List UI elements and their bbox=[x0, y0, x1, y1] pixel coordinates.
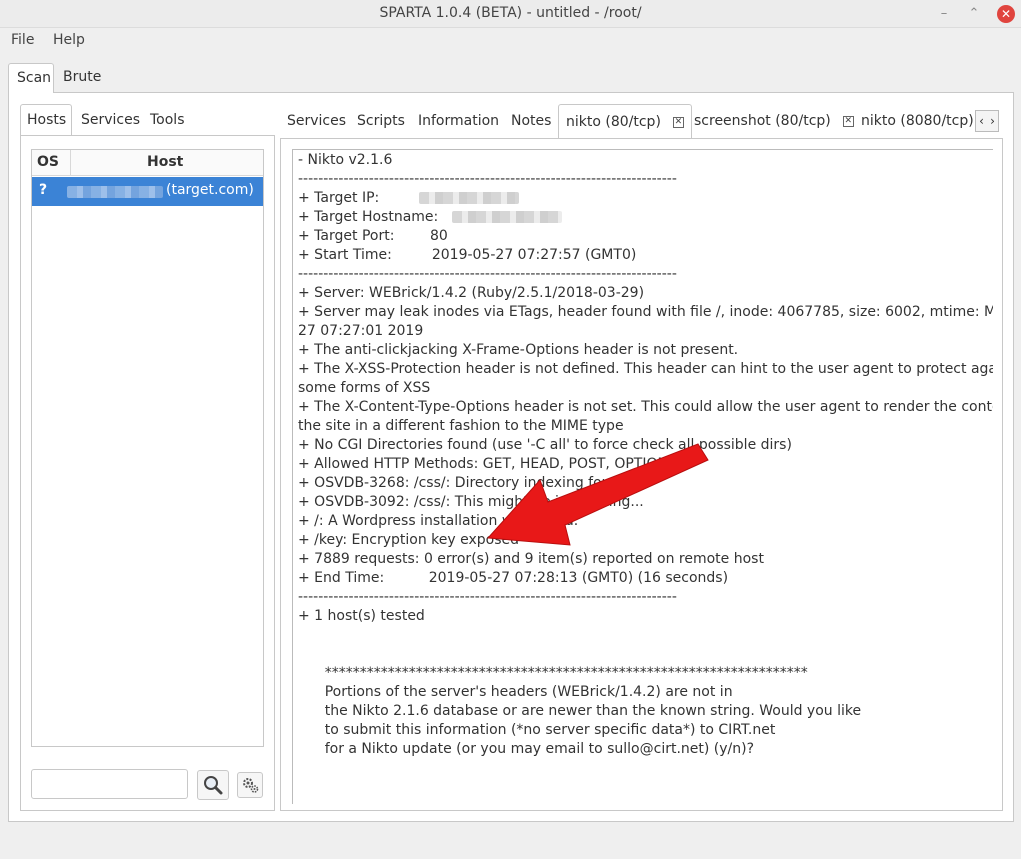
output-line: + The X-Content-Type-Options header is n… bbox=[298, 399, 993, 415]
settings-button[interactable] bbox=[237, 772, 263, 798]
host-name: (target.com) bbox=[166, 182, 254, 198]
tab-tools[interactable]: Tools bbox=[144, 105, 191, 136]
output-line: 27 07:27:01 2019 bbox=[298, 323, 424, 339]
close-icon[interactable]: ✕ bbox=[842, 115, 854, 127]
output-line: + Start Time: 2019-05-27 07:27:57 (GMT0) bbox=[298, 247, 637, 263]
tab-scripts[interactable]: Scripts bbox=[350, 104, 412, 138]
output-line: ----------------------------------------… bbox=[298, 589, 677, 605]
gear-icon bbox=[243, 778, 259, 793]
output-line: + 7889 requests: 0 error(s) and 9 item(s… bbox=[298, 551, 764, 567]
search-icon bbox=[204, 776, 223, 795]
output-line: + Allowed HTTP Methods: GET, HEAD, POST,… bbox=[298, 456, 677, 472]
maximize-icon[interactable]: ⌃ bbox=[964, 4, 984, 24]
tab-nikto-8080[interactable]: nikto (8080/tcp) bbox=[854, 104, 981, 138]
output-line: + Target Port: 80 bbox=[298, 228, 448, 244]
redacted-ip bbox=[419, 192, 520, 204]
menu-bar: File Help bbox=[0, 29, 1021, 53]
output-line: the Nikto 2.1.6 database or are newer th… bbox=[298, 703, 862, 719]
tab-scan[interactable]: Scan bbox=[8, 63, 54, 93]
column-divider bbox=[70, 150, 71, 176]
menu-file[interactable]: File bbox=[11, 32, 34, 48]
output-line: to submit this information (*no server s… bbox=[298, 722, 776, 738]
output-line: + No CGI Directories found (use '-C all'… bbox=[298, 437, 792, 453]
hosts-table: OS Host ? (target.com) bbox=[31, 149, 264, 747]
table-row[interactable]: ? (target.com) bbox=[32, 177, 263, 206]
tab-information[interactable]: Information bbox=[411, 104, 506, 138]
tab-nikto-80[interactable]: nikto (80/tcp) ✕ bbox=[558, 104, 692, 138]
tab-hosts[interactable]: Hosts bbox=[20, 104, 72, 135]
output-line: + 1 host(s) tested bbox=[298, 608, 425, 624]
minimize-icon[interactable]: – bbox=[934, 4, 954, 24]
close-icon[interactable]: ✕ bbox=[997, 5, 1015, 23]
redacted-hostname bbox=[451, 211, 562, 223]
left-panel: OS Host ? (target.com) Hosts Services To… bbox=[20, 104, 275, 811]
output-line: + OSVDB-3268: /css/: Directory indexing … bbox=[298, 475, 633, 491]
output-line: ----------------------------------------… bbox=[298, 266, 677, 282]
output-line: Portions of the server's headers (WEBric… bbox=[298, 684, 733, 700]
output-line: ****************************************… bbox=[298, 665, 808, 681]
right-panel: - Nikto v2.1.6 -------------------------… bbox=[280, 104, 1003, 811]
nikto-output[interactable]: - Nikto v2.1.6 -------------------------… bbox=[292, 149, 993, 804]
tab-scroller[interactable]: ‹ › bbox=[975, 110, 999, 132]
tab-label: nikto (80/tcp) bbox=[566, 114, 661, 130]
output-line: + /key: Encryption key exposed bbox=[298, 532, 520, 548]
output-line: + OSVDB-3092: /css/: This might be inter… bbox=[298, 494, 644, 510]
output-line: - Nikto v2.1.6 bbox=[298, 152, 393, 168]
tool-output-pane: - Nikto v2.1.6 -------------------------… bbox=[280, 138, 1003, 811]
output-text: + Target Hostname: bbox=[298, 209, 439, 225]
tab-services[interactable]: Services bbox=[280, 104, 353, 138]
column-host[interactable]: Host bbox=[147, 154, 183, 170]
os-unknown-icon: ? bbox=[39, 182, 48, 198]
tab-brute[interactable]: Brute bbox=[55, 63, 109, 93]
output-line: + The X-XSS-Protection header is not def… bbox=[298, 361, 993, 377]
output-line: + Target Hostname: bbox=[298, 209, 562, 225]
title-bar: SPARTA 1.0.4 (BETA) - untitled - /root/ … bbox=[0, 0, 1021, 28]
window-title: SPARTA 1.0.4 (BETA) - untitled - /root/ bbox=[379, 5, 642, 21]
hosts-pane: OS Host ? (target.com) bbox=[20, 135, 275, 811]
output-line: + Target IP: bbox=[298, 190, 520, 206]
search-button[interactable] bbox=[197, 770, 229, 800]
tab-label: screenshot (80/tcp) bbox=[694, 113, 831, 129]
tab-screenshot-80[interactable]: screenshot (80/tcp) ✕ bbox=[687, 104, 861, 138]
tab-notes[interactable]: Notes bbox=[504, 104, 558, 138]
output-line: + /: A Wordpress installation was found. bbox=[298, 513, 579, 529]
redacted-ip bbox=[67, 186, 163, 198]
left-tabs: Hosts Services Tools bbox=[20, 104, 275, 136]
column-os[interactable]: OS bbox=[37, 154, 59, 170]
chevron-right-icon[interactable]: › bbox=[987, 111, 998, 131]
output-line: for a Nikto update (or you may email to … bbox=[298, 741, 755, 757]
output-line: the site in a different fashion to the M… bbox=[298, 418, 624, 434]
menu-help[interactable]: Help bbox=[53, 32, 85, 48]
output-line: some forms of XSS bbox=[298, 380, 431, 396]
tab-services[interactable]: Services bbox=[75, 105, 146, 136]
hosts-table-header: OS Host bbox=[32, 150, 263, 176]
output-line: + Server may leak inodes via ETags, head… bbox=[298, 304, 993, 320]
output-line: + The anti-clickjacking X-Frame-Options … bbox=[298, 342, 739, 358]
chevron-left-icon[interactable]: ‹ bbox=[976, 111, 987, 131]
output-line: + Server: WEBrick/1.4.2 (Ruby/2.5.1/2018… bbox=[298, 285, 645, 301]
output-line: ----------------------------------------… bbox=[298, 171, 677, 187]
host-filter-input[interactable] bbox=[31, 769, 188, 799]
output-line: + End Time: 2019-05-27 07:28:13 (GMT0) (… bbox=[298, 570, 729, 586]
output-text: + Target IP: bbox=[298, 190, 380, 206]
close-icon[interactable]: ✕ bbox=[672, 116, 684, 128]
